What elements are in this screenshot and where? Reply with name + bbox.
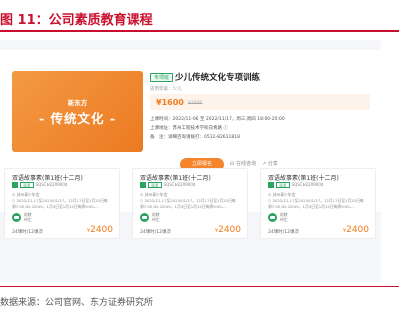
course-panel: 新东方 - 传统文化 - 专项班 少儿传统文化专项训练 适用年级：少儿 ¥160… (0, 40, 381, 282)
class-teacher: 助教 待定 (152, 212, 160, 222)
teacher-avatar-icon (268, 213, 277, 222)
teacher-avatar-icon (12, 213, 21, 222)
consult-link[interactable]: ☊ 在线咨询 (230, 160, 256, 167)
class-type-icon (268, 182, 274, 188)
teacher-name: 待定 (24, 216, 32, 222)
class-price-value: 2400 (90, 225, 113, 235)
banner-title: - 传统文化 - (38, 111, 117, 126)
course-banner-image[interactable]: 新东方 - 传统文化 - (12, 71, 143, 152)
course-title: 少儿传统文化专项训练 (175, 73, 261, 83)
class-badges: 双语 SQSCH2209004 (140, 182, 195, 189)
teacher-name: 待定 (152, 216, 160, 222)
original-price: ¥1600 (188, 101, 203, 106)
class-card[interactable]: 双语故事素(第1班(十二月) 双语 SQSCH2209004 ① 苏州青少年宫 ○… (4, 168, 120, 239)
class-price: ¥2400 (87, 225, 113, 235)
class-price: ¥2400 (343, 225, 369, 235)
class-sessions: 24课时/12课次 (268, 230, 299, 235)
course-schedule: 上课时间：2022/11-06 至 2022/11/17，周三,周四 18:00… (150, 117, 285, 122)
course-type-tag: 专项班 (150, 73, 174, 82)
class-badge: 双语 (148, 182, 162, 188)
class-teacher: 助教 待定 (280, 212, 288, 222)
class-type-icon (140, 182, 146, 188)
class-badge: 双语 (20, 182, 34, 188)
teacher-name: 待定 (280, 216, 288, 222)
class-type-icon (12, 182, 18, 188)
class-badge: 双语 (276, 182, 290, 188)
class-teacher: 助教 待定 (24, 212, 32, 222)
banner-logo: 新东方 (67, 99, 88, 107)
class-schedule-detail: 周7:00:00-18:00，1月9日至1月15日每周9:00-... (12, 204, 99, 209)
share-label: 分享 (267, 161, 278, 167)
title-divider (0, 30, 399, 32)
class-badges: 双语 SQSCH2209004 (268, 182, 323, 189)
class-code: SQSCH2209004 (291, 182, 324, 187)
class-card[interactable]: 双语故事素(第1班(十二月) 双语 SQSCH2209004 ① 苏州青少年宫 ○… (260, 168, 376, 239)
class-price-value: 2400 (218, 225, 241, 235)
class-sessions: 24课时/12课次 (140, 230, 171, 235)
figure-title: 图 11：公司素质教育课程 (0, 13, 153, 28)
class-title: 双语故事素(第1班(十二月) (140, 175, 211, 182)
course-location[interactable]: 上课地址：苏州工程技术学校向青路 ⓘ (150, 125, 228, 131)
class-code: SQSCH2209004 (35, 182, 68, 187)
course-price: ¥1600 (156, 98, 184, 107)
class-card[interactable]: 双语故事素(第1班(十二月) 双语 SQSCH2209004 ① 苏州青少年宫 ○… (132, 168, 248, 239)
class-title: 双语故事素(第1班(十二月) (268, 175, 339, 182)
class-title: 双语故事素(第1班(十二月) (12, 175, 83, 182)
class-sessions: 24课时/12课次 (12, 230, 43, 235)
course-grade: 适用年级：少儿 (150, 87, 182, 92)
share-link[interactable]: ↗ 分享 (262, 160, 278, 167)
share-icon: ↗ (262, 161, 267, 167)
class-price-value: 2400 (346, 225, 369, 235)
consult-label: 在线咨询 (236, 161, 257, 167)
class-code: SQSCH2209004 (163, 182, 196, 187)
teacher-avatar-icon (140, 213, 149, 222)
class-price: ¥2400 (215, 225, 241, 235)
course-note: 备 注：详细咨询请拨打：0512-82611818 (150, 135, 240, 140)
figure-source: 数据来源：公司官网、东方证券研究所 (0, 298, 154, 308)
class-schedule-detail: 周7:00:00-18:00，1月9日至1月15日每周9:00-... (140, 204, 227, 209)
figure-header: 图 11：公司素质教育课程 (0, 0, 399, 32)
source-divider (0, 286, 399, 287)
class-schedule-detail: 周7:00:00-18:00，1月9日至1月15日每周9:00-... (268, 204, 355, 209)
headset-icon: ☊ (230, 161, 235, 167)
class-badges: 双语 SQSCH2209004 (12, 182, 67, 189)
